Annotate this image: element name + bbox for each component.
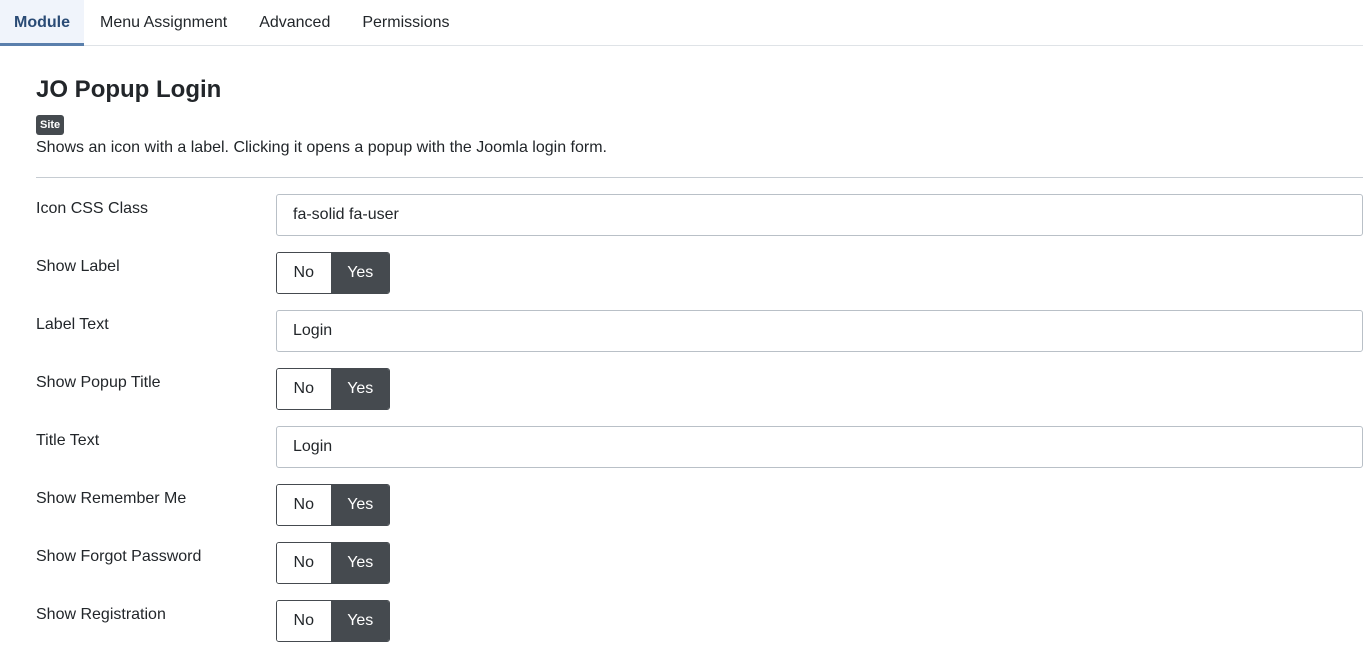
show-label-yes-option[interactable]: Yes: [331, 253, 389, 293]
show-forgot-password-yes-option[interactable]: Yes: [331, 543, 389, 583]
module-title: JO Popup Login: [36, 76, 222, 103]
field-show-popup-title: Show Popup Title No Yes: [36, 368, 1363, 410]
show-label-no-option[interactable]: No: [277, 253, 332, 293]
tab-bar: Module Menu Assignment Advanced Permissi…: [0, 0, 1363, 46]
show-registration-no-option[interactable]: No: [277, 601, 332, 641]
show-remember-me-switch[interactable]: No Yes: [276, 484, 390, 526]
show-registration-yes-option[interactable]: Yes: [331, 601, 389, 641]
show-popup-title-switch[interactable]: No Yes: [276, 368, 390, 410]
divider: [36, 177, 1363, 178]
tab-permissions[interactable]: Permissions: [346, 0, 465, 45]
show-remember-me-yes-option[interactable]: Yes: [331, 485, 389, 525]
title-text-input[interactable]: [276, 426, 1363, 468]
site-badge: Site: [36, 115, 65, 135]
field-label-text: Label Text: [36, 310, 1363, 352]
show-registration-switch[interactable]: No Yes: [276, 600, 390, 642]
show-label-label: Show Label: [36, 258, 120, 275]
show-forgot-password-no-option[interactable]: No: [277, 543, 332, 583]
field-show-label: Show Label No Yes: [36, 252, 1363, 294]
field-icon-css-class: Icon CSS Class: [36, 194, 1363, 236]
field-show-registration: Show Registration No Yes: [36, 600, 1363, 642]
show-forgot-password-label: Show Forgot Password: [36, 548, 202, 565]
icon-css-class-label: Icon CSS Class: [36, 200, 149, 217]
show-popup-title-label: Show Popup Title: [36, 374, 161, 391]
field-title-text: Title Text: [36, 426, 1363, 468]
show-popup-title-no-option[interactable]: No: [277, 369, 332, 409]
tab-menu-assignment[interactable]: Menu Assignment: [84, 0, 243, 45]
show-remember-me-no-option[interactable]: No: [277, 485, 332, 525]
show-popup-title-yes-option[interactable]: Yes: [331, 369, 389, 409]
tab-advanced[interactable]: Advanced: [243, 0, 346, 45]
tab-module[interactable]: Module: [0, 0, 84, 46]
title-text-label: Title Text: [36, 432, 100, 449]
module-description: Shows an icon with a label. Clicking it …: [36, 139, 607, 156]
icon-css-class-input[interactable]: [276, 194, 1363, 236]
field-show-forgot-password: Show Forgot Password No Yes: [36, 542, 1363, 584]
field-show-remember-me: Show Remember Me No Yes: [36, 484, 1363, 526]
label-text-label: Label Text: [36, 316, 109, 333]
show-registration-label: Show Registration: [36, 606, 166, 623]
show-forgot-password-switch[interactable]: No Yes: [276, 542, 390, 584]
label-text-input[interactable]: [276, 310, 1363, 352]
show-remember-me-label: Show Remember Me: [36, 490, 187, 507]
show-label-switch[interactable]: No Yes: [276, 252, 390, 294]
